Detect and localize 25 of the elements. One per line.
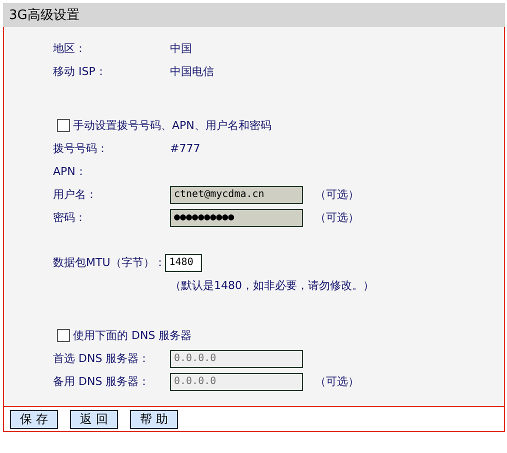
field-label: 备用 DNS 服务器： [53, 374, 151, 389]
field-label: 数据包MTU（字节）： [53, 255, 166, 270]
field-label: 密码： [53, 210, 87, 225]
field-label: 用户名： [53, 187, 98, 202]
checkbox-label: 手动设置拨号号码、APN、用户名和密码 [73, 118, 272, 133]
optional-note: （可选） [315, 210, 359, 225]
window-title: 3G高级设置 [9, 7, 80, 24]
input-field[interactable]: 1480 [165, 254, 202, 272]
field-value: #777 [170, 142, 200, 155]
field-label: APN： [53, 164, 88, 179]
optional-note: （可选） [315, 187, 359, 202]
field-label: 首选 DNS 服务器： [53, 351, 151, 366]
button[interactable]: 保 存 [10, 410, 58, 428]
button[interactable]: 帮 助 [130, 410, 178, 428]
field-value: 中国电信 [170, 64, 214, 79]
button[interactable]: 返 回 [70, 410, 118, 428]
field-label: 移动 ISP： [53, 64, 108, 79]
hint-text: （默认是1480，如非必要，请勿修改。） [170, 278, 375, 294]
field-label: 地区： [53, 41, 87, 56]
checkbox[interactable] [57, 329, 70, 342]
checkbox[interactable] [57, 119, 70, 132]
checkbox-label: 使用下面的 DNS 服务器 [73, 328, 192, 343]
field-label: 拨号号码： [53, 141, 109, 156]
field-value: 中国 [170, 41, 192, 56]
optional-note: （可选） [315, 374, 359, 389]
